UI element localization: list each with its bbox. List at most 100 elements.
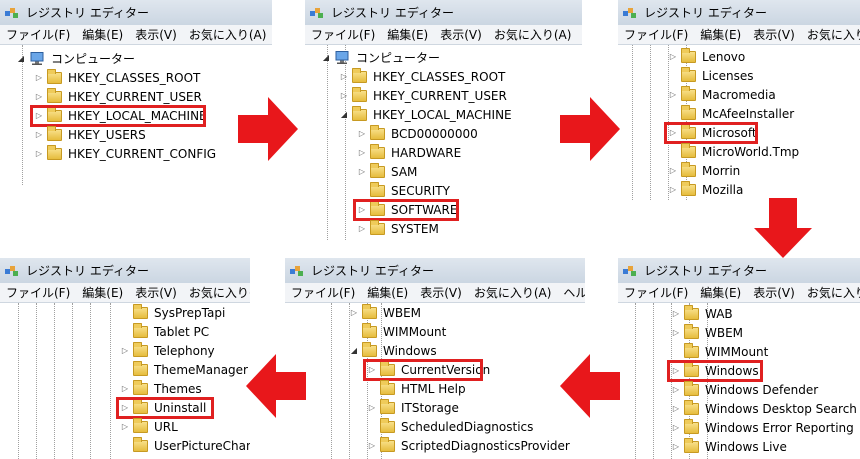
menu-item[interactable]: 表示(V) — [753, 284, 795, 301]
tree-node[interactable]: ▷ BCD00000000 — [357, 124, 478, 143]
tree-node[interactable]: ▷ URL — [120, 417, 178, 436]
expander-closed-icon[interactable]: ▷ — [357, 129, 367, 138]
tree-node[interactable]: ▷ Windows Live — [671, 437, 787, 456]
expander-closed-icon[interactable]: ▷ — [671, 309, 681, 318]
expander-closed-icon[interactable]: ▷ — [357, 167, 367, 176]
menu-item[interactable]: お気に入り(A) — [807, 26, 860, 43]
menu-item[interactable]: お気に入り(A) — [189, 284, 250, 301]
expander-closed-icon[interactable]: ▷ — [668, 52, 678, 61]
menu-item[interactable]: 編集(E) — [387, 26, 428, 43]
menu-item[interactable]: ファイル(F) — [6, 26, 70, 43]
tree-node[interactable]: ▷ Windows Desktop Search — [671, 399, 857, 418]
menu-item[interactable]: ファイル(F) — [624, 26, 688, 43]
tree-node[interactable]: ▷ Windows Error Reporting — [671, 418, 854, 437]
menu-item[interactable]: お気に入り(A) — [494, 26, 572, 43]
menu-item[interactable]: ヘルプ(H) — [563, 284, 585, 301]
tree-node[interactable]: ▷ ScriptedDiagnosticsProvider — [367, 436, 570, 455]
tree-node[interactable]: ▷ HKEY_CURRENT_USER — [34, 87, 202, 106]
menu-item[interactable]: お気に入り(A) — [807, 284, 860, 301]
menu-item[interactable]: 表示(V) — [753, 26, 795, 43]
expander-closed-icon[interactable]: ▷ — [34, 73, 44, 82]
registry-tree: ▷ WBEM WIMMount ◢ Windows ▷ CurrentVersion HTML… — [285, 303, 585, 459]
menu-item[interactable]: ファイル(F) — [624, 284, 688, 301]
menu-item[interactable]: 編集(E) — [700, 284, 741, 301]
tree-node[interactable]: ▷ Morrin — [668, 161, 740, 180]
tree-node[interactable]: Tablet PC — [120, 322, 209, 341]
tree-node[interactable]: WIMMount — [671, 342, 768, 361]
tree-node[interactable]: MicroWorld.Tmp — [668, 142, 799, 161]
tree-node[interactable]: ▷ HKEY_CLASSES_ROOT — [339, 67, 505, 86]
tree-node[interactable]: ◢ HKEY_LOCAL_MACHINE — [339, 105, 512, 124]
tree-node[interactable]: ◢ コンピューター — [16, 49, 135, 68]
tree-node[interactable]: ▷ WAB — [671, 304, 733, 323]
folder-icon — [380, 436, 395, 452]
tree-node[interactable]: ▷ Lenovo — [668, 47, 745, 66]
tree-node[interactable]: ▷ Macromedia — [668, 85, 776, 104]
expander-closed-icon[interactable]: ▷ — [671, 442, 681, 451]
expander-closed-icon[interactable]: ▷ — [339, 72, 349, 81]
tree-node[interactable]: ScheduledDiagnostics — [367, 417, 533, 436]
expander-open-icon[interactable]: ◢ — [16, 54, 26, 63]
menu-item[interactable]: ファイル(F) — [6, 284, 70, 301]
expander-closed-icon[interactable]: ▷ — [367, 441, 377, 450]
expander-closed-icon[interactable]: ▷ — [671, 328, 681, 337]
expander-closed-icon[interactable]: ▷ — [357, 224, 367, 233]
tree-node[interactable]: ▷ WBEM — [349, 303, 421, 322]
expander-closed-icon[interactable]: ▷ — [34, 130, 44, 139]
menu-item[interactable]: 表示(V) — [135, 26, 177, 43]
expander-closed-icon[interactable]: ▷ — [668, 185, 678, 194]
menu-item[interactable]: 表示(V) — [420, 284, 462, 301]
expander-closed-icon[interactable]: ▷ — [339, 91, 349, 100]
tree-node[interactable]: ▷ HARDWARE — [357, 143, 461, 162]
menu-item[interactable]: お気に入り(A) — [474, 284, 552, 301]
expander-closed-icon[interactable]: ▷ — [120, 346, 130, 355]
tree-node[interactable]: ▷ Telephony — [120, 341, 215, 360]
tree-node[interactable]: ▷ HKEY_CLASSES_ROOT — [34, 68, 200, 87]
tree-node[interactable]: ▷ Themes — [120, 379, 202, 398]
expander-closed-icon[interactable]: ▷ — [671, 423, 681, 432]
expander-closed-icon[interactable]: ▷ — [367, 403, 377, 412]
menu-item[interactable]: 編集(E) — [700, 26, 741, 43]
menu-item[interactable]: 編集(E) — [367, 284, 408, 301]
tree-node[interactable]: Licenses — [668, 66, 754, 85]
tree-node[interactable]: ▷ HKEY_USERS — [34, 125, 146, 144]
tree-node[interactable]: ▷ Mozilla — [668, 180, 743, 199]
expander-closed-icon[interactable]: ▷ — [34, 92, 44, 101]
expander-closed-icon[interactable]: ▷ — [120, 384, 130, 393]
expander-open-icon[interactable]: ◢ — [349, 346, 359, 355]
tree-node[interactable]: UserPictureChange — [120, 436, 250, 455]
expander-closed-icon[interactable]: ▷ — [34, 149, 44, 158]
tree-node[interactable]: ▷ SAM — [357, 162, 417, 181]
menu-bar: ファイル(F) 編集(E) 表示(V) お気に入り(A) ヘルプ(H) — [285, 283, 585, 303]
tree-node[interactable]: WIMMount — [349, 322, 446, 341]
tree-node[interactable]: ◢ Windows — [349, 341, 437, 360]
tree-node[interactable]: ▷ SYSTEM — [357, 219, 439, 238]
menu-item[interactable]: 編集(E) — [82, 26, 123, 43]
menu-item[interactable]: ファイル(F) — [291, 284, 355, 301]
tree-node[interactable]: ThemeManager — [120, 360, 248, 379]
tree-node[interactable]: SysPrepTapi — [120, 303, 225, 322]
menu-item[interactable]: 表示(V) — [440, 26, 482, 43]
tree-node[interactable]: ▷ WBEM — [671, 323, 743, 342]
tree-node[interactable]: HTML Help — [367, 379, 466, 398]
expander-closed-icon[interactable]: ▷ — [357, 148, 367, 157]
menu-item[interactable]: 編集(E) — [82, 284, 123, 301]
expander-closed-icon[interactable]: ▷ — [668, 90, 678, 99]
expander-closed-icon[interactable]: ▷ — [671, 404, 681, 413]
expander-closed-icon[interactable]: ▷ — [120, 422, 130, 431]
menu-item[interactable]: 表示(V) — [135, 284, 177, 301]
tree-node[interactable]: ▷ Windows Defender — [671, 380, 818, 399]
tree-node[interactable]: ▷ HKEY_CURRENT_CONFIG — [34, 144, 216, 163]
expander-closed-icon[interactable]: ▷ — [671, 385, 681, 394]
tree-node[interactable]: ▷ HKEY_CURRENT_USER — [339, 86, 507, 105]
tree-node[interactable]: ▷ ITStorage — [367, 398, 459, 417]
expander-open-icon[interactable]: ◢ — [339, 110, 349, 119]
expander-open-icon[interactable]: ◢ — [321, 53, 331, 62]
tree-node[interactable]: ◢ コンピューター — [321, 48, 440, 67]
menu-item[interactable]: お気に入り(A) — [189, 26, 267, 43]
expander-closed-icon[interactable]: ▷ — [349, 308, 359, 317]
tree-node[interactable]: SECURITY — [357, 181, 450, 200]
tree-node[interactable]: McAfeeInstaller — [668, 104, 794, 123]
expander-closed-icon[interactable]: ▷ — [668, 166, 678, 175]
menu-item[interactable]: ファイル(F) — [311, 26, 375, 43]
